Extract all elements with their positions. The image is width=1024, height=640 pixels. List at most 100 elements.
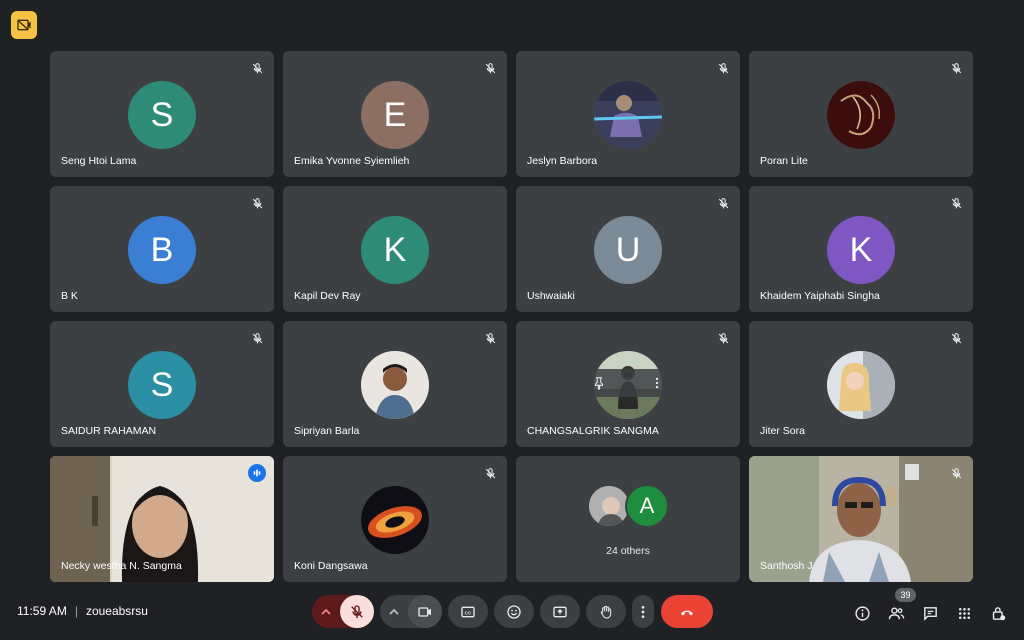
mic-control-group [312,595,374,628]
no-camera-badge[interactable] [11,11,37,39]
svg-text:CC: CC [465,610,472,615]
participant-name: CHANGSALGRIK SANGMA [527,425,659,437]
avatar-photo [594,81,662,149]
host-controls-icon [992,606,1005,620]
avatar: S [128,81,196,149]
participant-count-badge: 39 [895,588,916,602]
participant-name: Jeslyn Barbora [527,155,598,167]
call-end-icon [681,610,693,615]
captions-icon: CC [461,606,475,617]
camera-control-group [380,595,442,628]
participant-tile[interactable]: K Kapil Dev Ray [283,186,507,312]
more-vert-icon[interactable] [650,376,664,390]
participant-name: Santhosh J [760,560,813,572]
others-tile[interactable]: A 24 others [516,456,740,582]
participant-tile[interactable]: CHANGSALGRIK SANGMA [516,321,740,447]
participant-tile[interactable]: Koni Dangsawa [283,456,507,582]
participant-tile[interactable]: U Ushwaiaki [516,186,740,312]
mic-off-icon [947,329,965,347]
chat-button[interactable] [919,602,941,624]
mic-toggle-button[interactable] [340,595,374,628]
participant-grid: S Seng Htoi Lama E Emika Yvonne Syiemlie… [50,51,976,583]
avatar: E [361,81,429,149]
avatar-photo [827,81,895,149]
mic-off-icon [714,194,732,212]
avatar: K [361,216,429,284]
camera-toggle-button[interactable] [408,595,442,628]
others-count: 24 others [606,545,650,557]
avatar: U [594,216,662,284]
speaking-indicator-icon [248,464,266,482]
mic-off-icon [714,329,732,347]
mic-off-icon [248,329,266,347]
people-icon [888,606,904,619]
participant-tile[interactable]: K Khaidem Yaiphabi Singha [749,186,973,312]
apps-grid-icon [958,607,970,619]
meeting-time: 11:59 AM [17,604,67,618]
avatar: K [827,216,895,284]
present-screen-icon [553,606,567,617]
participant-name: Ushwaiaki [527,290,575,302]
participant-tile[interactable]: S SAIDUR RAHAMAN [50,321,274,447]
mic-off-icon [351,604,363,618]
meeting-code: zoueabsrsu [85,604,148,618]
participant-name: Kapil Dev Ray [294,290,361,302]
participant-name: Emika Yvonne Syiemlieh [294,155,410,167]
participant-name: Necky westha N. Sangma [61,560,182,572]
participant-tile[interactable]: E Emika Yvonne Syiemlieh [283,51,507,177]
mic-off-icon [481,464,499,482]
avatar-photo [361,486,429,554]
avatar-photo [827,351,895,419]
mic-off-icon [947,464,965,482]
participant-name: Seng Htoi Lama [61,155,137,167]
participant-tile-video[interactable]: Necky westha N. Sangma [50,456,274,582]
mic-off-icon [248,194,266,212]
participant-name: SAIDUR RAHAMAN [61,425,157,437]
participant-name: B K [61,290,78,302]
people-button[interactable] [885,602,907,624]
others-avatars: A [587,484,675,528]
mic-off-icon [481,329,499,347]
emoji-button[interactable] [494,595,534,628]
more-options-button[interactable] [632,595,654,628]
host-controls-button[interactable] [987,602,1009,624]
meeting-controls-bar: 11:59 AM | zoueabsrsu CC 39 [0,588,1024,636]
tile-hover-controls [582,369,674,397]
present-button[interactable] [540,595,580,628]
participant-name: Poran Lite [760,155,808,167]
raise-hand-button[interactable] [586,595,626,628]
participant-tile[interactable]: Sipriyan Barla [283,321,507,447]
mic-off-icon [947,59,965,77]
camera-icon [418,606,431,617]
no-camera-icon [17,19,31,31]
leave-call-button[interactable] [661,595,713,628]
more-vert-icon [641,605,645,618]
meeting-info: 11:59 AM | zoueabsrsu [17,604,148,618]
participant-name: Jiter Sora [760,425,805,437]
mic-options-button[interactable] [312,595,340,628]
mic-off-icon [248,59,266,77]
mic-off-icon [481,59,499,77]
chat-icon [923,606,937,621]
mic-off-icon [714,59,732,77]
chevron-up-icon [389,608,399,615]
avatar: A [625,484,669,528]
pin-icon[interactable] [592,376,606,390]
participant-tile[interactable]: Poran Lite [749,51,973,177]
participant-tile-video[interactable]: Santhosh J [749,456,973,582]
participant-tile[interactable]: B B K [50,186,274,312]
participant-name: Koni Dangsawa [294,560,368,572]
info-icon [854,605,870,621]
captions-button[interactable]: CC [448,595,488,628]
raise-hand-icon [600,605,612,619]
participant-tile[interactable]: S Seng Htoi Lama [50,51,274,177]
activities-button[interactable] [953,602,975,624]
participant-tile[interactable]: Jiter Sora [749,321,973,447]
participant-name: Khaidem Yaiphabi Singha [760,290,880,302]
avatar-photo [361,351,429,419]
avatar: B [128,216,196,284]
meeting-details-button[interactable] [851,602,873,624]
camera-options-button[interactable] [380,595,408,628]
participant-tile[interactable]: Jeslyn Barbora [516,51,740,177]
emoji-icon [507,604,521,619]
